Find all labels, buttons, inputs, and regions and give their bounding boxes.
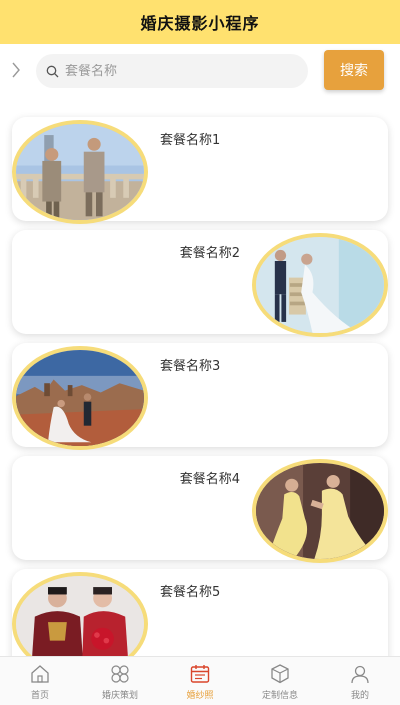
package-photo [12,346,148,450]
tab-label: 婚庆策划 [101,691,138,701]
search-bar: 搜索 [0,44,400,100]
tab-label: 定制信息 [261,691,298,701]
tab-label: 首页 [30,691,49,701]
page-title: 婚庆摄影小程序 [140,14,260,33]
package-name: 套餐名称4 [179,472,240,487]
bottom-tab-bar: 首页 婚庆策划 婚纱照 定制信息 我的 [0,656,400,705]
tab-label: 婚纱照 [186,691,214,701]
tab-wedding-photos[interactable]: 婚纱照 [160,657,240,705]
search-button[interactable]: 搜索 [324,50,384,90]
box-icon [271,664,289,684]
calendar-icon [190,665,210,683]
package-name: 套餐名称1 [160,133,221,148]
package-card[interactable]: 套餐名称2 [12,230,388,337]
search-field[interactable] [36,54,308,88]
app-header: 婚庆摄影小程序 [0,0,400,44]
package-card[interactable]: 套餐名称5 [12,569,388,656]
package-card[interactable]: 套餐名称4 [12,456,388,563]
tab-home[interactable]: 首页 [0,657,80,705]
tab-wedding-planning[interactable]: 婚庆策划 [80,657,160,705]
package-card[interactable]: 套餐名称1 [12,117,388,224]
tab-label: 我的 [350,691,369,701]
package-name: 套餐名称2 [179,246,240,261]
user-icon [351,665,369,684]
package-name: 套餐名称3 [160,359,221,374]
home-icon [31,665,49,683]
clover-icon [111,665,129,683]
tab-custom-info[interactable]: 定制信息 [240,657,320,705]
package-list: 套餐名称1 套餐名称2 套餐名称3 套餐名称4 套餐名称5 [0,100,400,656]
package-name: 套餐名称5 [160,585,221,600]
package-photo [12,120,148,224]
package-photo [252,233,388,337]
tab-profile[interactable]: 我的 [320,657,400,705]
search-icon [46,65,59,77]
package-card[interactable]: 套餐名称3 [12,343,388,450]
package-photo [252,459,388,563]
search-input[interactable] [65,63,285,79]
package-photo [12,572,148,656]
chevron-right-icon[interactable] [9,60,23,80]
